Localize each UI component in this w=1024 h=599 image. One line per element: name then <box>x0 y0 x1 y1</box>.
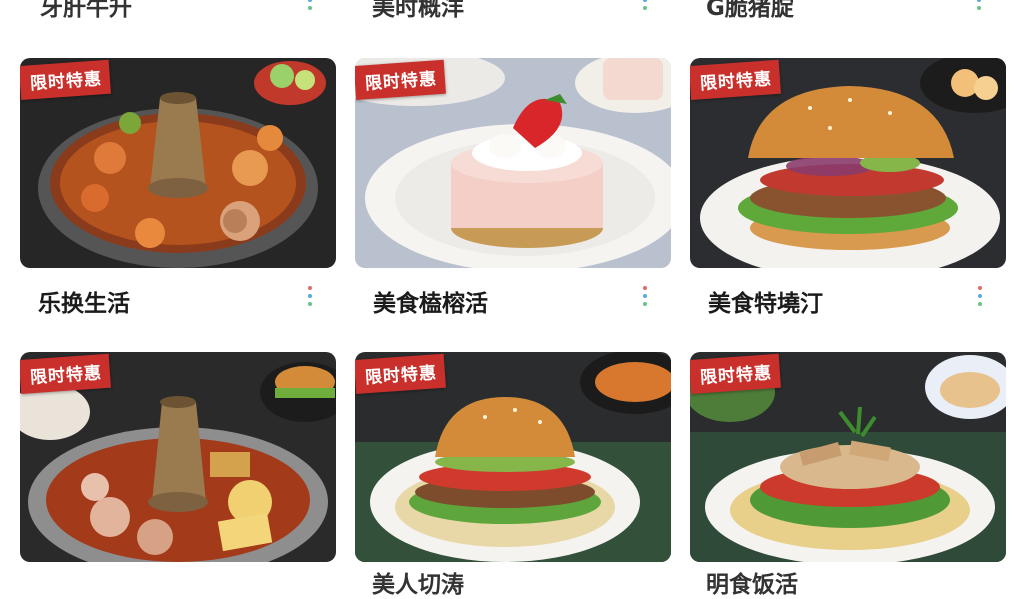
limited-offer-badge: 限时特惠 <box>355 353 446 394</box>
clipped-title: 牙肝牛升 <box>40 0 132 21</box>
more-options-icon[interactable] <box>306 286 314 314</box>
limited-offer-badge: 限时特惠 <box>690 353 781 394</box>
more-options-icon[interactable] <box>641 0 649 18</box>
clipped-title: G脆猪腚 <box>706 0 794 21</box>
limited-offer-badge: 限时特惠 <box>690 59 781 100</box>
product-image[interactable]: 限时特惠 <box>355 58 671 268</box>
product-title[interactable]: 乐换生活 <box>38 284 130 318</box>
product-image[interactable]: 限时特惠 <box>20 352 336 562</box>
product-image[interactable]: 限时特惠 <box>690 352 1006 562</box>
more-options-icon[interactable] <box>306 0 314 18</box>
product-image[interactable]: 限时特惠 <box>355 352 671 562</box>
limited-offer-badge: 限时特惠 <box>20 59 111 100</box>
more-options-icon[interactable] <box>975 0 983 18</box>
limited-offer-badge: 限时特惠 <box>355 59 446 100</box>
product-title[interactable]: 美食榼榕活 <box>373 284 488 318</box>
clipped-title: 明食饭活 <box>706 572 798 598</box>
product-grid: 牙肝牛升 美时概洋 G脆猪腚 限时特惠 乐换生活 限时特惠 美食榼榕活 限时特惠… <box>0 0 1024 598</box>
clipped-title: 美时概洋 <box>372 0 464 21</box>
product-image[interactable]: 限时特惠 <box>20 58 336 268</box>
more-options-icon[interactable] <box>641 286 649 314</box>
product-title[interactable]: 美食特墝汀 <box>708 284 823 318</box>
clipped-title: 美人切涛 <box>372 572 464 598</box>
product-image[interactable]: 限时特惠 <box>690 58 1006 268</box>
more-options-icon[interactable] <box>976 286 984 314</box>
limited-offer-badge: 限时特惠 <box>20 353 111 394</box>
